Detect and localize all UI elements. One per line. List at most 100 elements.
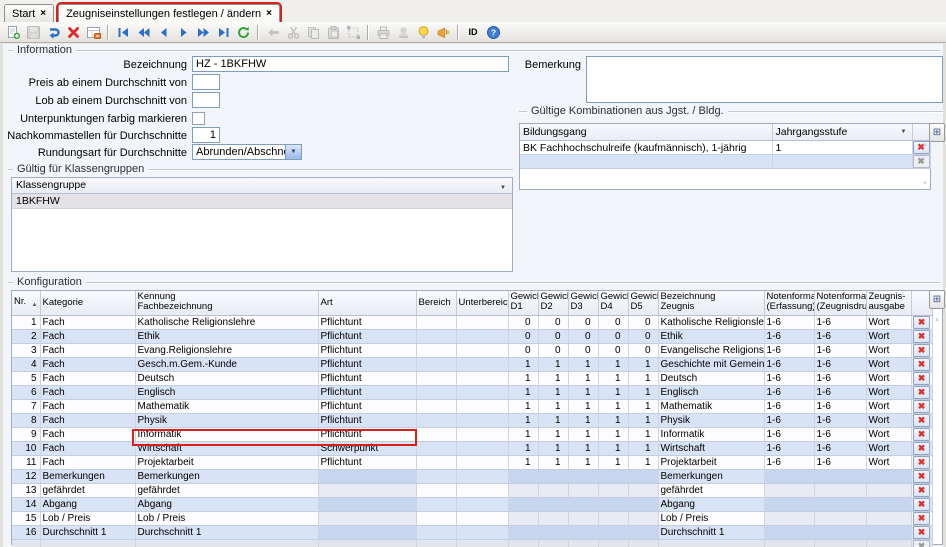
art-cell[interactable]: Pflichtunt: [318, 330, 416, 344]
kennung-cell[interactable]: Wirtschaft: [135, 442, 318, 456]
gewicht-d1-cell[interactable]: 1: [508, 386, 538, 400]
gewicht-d5-cell[interactable]: 0: [628, 330, 658, 344]
column-kennung[interactable]: KennungFachbezeichnung: [135, 291, 318, 316]
gewicht-d1-cell[interactable]: [508, 498, 538, 512]
rundungsart-select[interactable]: Abrunden/Abschneiden ▼: [192, 144, 302, 160]
kategorie-cell[interactable]: Fach: [40, 330, 135, 344]
copy-icon[interactable]: [303, 23, 323, 41]
gewicht-d5-cell[interactable]: 1: [628, 386, 658, 400]
zeugnisausgabe-cell[interactable]: [866, 526, 911, 540]
notenformat-erfassung-cell[interactable]: [764, 512, 814, 526]
gewicht-d3-cell[interactable]: 1: [568, 414, 598, 428]
bezeichnung-zeugnis-cell[interactable]: Informatik: [658, 428, 764, 442]
unterbereich-cell[interactable]: [456, 512, 508, 526]
kategorie-cell[interactable]: Fach: [40, 386, 135, 400]
kombinationen-row[interactable]: BK Fachhochschulreife (kaufmännisch), 1-…: [520, 141, 930, 155]
kennung-cell[interactable]: Physik: [135, 414, 318, 428]
kategorie-cell[interactable]: Fach: [40, 344, 135, 358]
gewicht-d3-cell[interactable]: 0: [568, 316, 598, 330]
gewicht-d4-cell[interactable]: [598, 484, 628, 498]
gewicht-d3-cell[interactable]: 1: [568, 386, 598, 400]
gewicht-d5-cell[interactable]: 1: [628, 372, 658, 386]
delete-row-button[interactable]: ✖: [913, 484, 930, 497]
gewicht-d2-cell[interactable]: 1: [538, 372, 568, 386]
edit-form-icon[interactable]: [83, 23, 103, 41]
unterbereich-cell[interactable]: [456, 316, 508, 330]
save-icon[interactable]: [23, 23, 43, 41]
bezeichnung-zeugnis-cell[interactable]: Physik: [658, 414, 764, 428]
gewicht-d3-cell[interactable]: 0: [568, 330, 598, 344]
gewicht-d3-cell[interactable]: 1: [568, 400, 598, 414]
kennung-cell[interactable]: Katholische Religionslehre: [135, 316, 318, 330]
unterbereich-cell[interactable]: [456, 400, 508, 414]
announce-icon[interactable]: [433, 23, 453, 41]
gewicht-d1-cell[interactable]: 0: [508, 316, 538, 330]
refresh-icon[interactable]: [233, 23, 253, 41]
bezeichnung-input[interactable]: [192, 56, 509, 72]
bezeichnung-zeugnis-cell[interactable]: Durchschnitt 1: [658, 526, 764, 540]
id-toggle-button[interactable]: ID: [463, 23, 483, 41]
help-icon[interactable]: ?: [483, 23, 503, 41]
zeugnisausgabe-cell[interactable]: [866, 498, 911, 512]
art-cell[interactable]: [318, 484, 416, 498]
stamp-icon[interactable]: [393, 23, 413, 41]
konfiguration-row[interactable]: 14 Abgang Abgang Abgang: [12, 498, 932, 512]
bereich-cell[interactable]: [416, 316, 456, 330]
unterbereich-cell[interactable]: [456, 498, 508, 512]
konfiguration-row[interactable]: 9 Fach Informatik Pflichtunt 1 1 1 1 1 I…: [12, 428, 932, 442]
kennung-cell[interactable]: Bemerkungen: [135, 470, 318, 484]
unterbereich-cell[interactable]: [456, 358, 508, 372]
gewicht-d4-cell[interactable]: [598, 540, 628, 547]
column-art[interactable]: Art: [318, 291, 416, 316]
bezeichnung-zeugnis-cell[interactable]: Bemerkungen: [658, 470, 764, 484]
gewicht-d4-cell[interactable]: [598, 498, 628, 512]
konfiguration-row[interactable]: 12 Bemerkungen Bemerkungen Bemerkungen: [12, 470, 932, 484]
delete-row-button[interactable]: ✖: [913, 400, 930, 413]
delete-row-button[interactable]: ✖: [913, 428, 930, 441]
zeugnisausgabe-cell[interactable]: Wort: [866, 372, 911, 386]
art-cell[interactable]: Pflichtunt: [318, 456, 416, 470]
gewicht-d4-cell[interactable]: 0: [598, 344, 628, 358]
gewicht-d2-cell[interactable]: [538, 470, 568, 484]
notenformat-zeugnisdruck-cell[interactable]: 1-6: [814, 386, 866, 400]
gewicht-d1-cell[interactable]: [508, 540, 538, 547]
delete-row-button[interactable]: ✖: [913, 372, 930, 385]
notenformat-zeugnisdruck-cell[interactable]: [814, 512, 866, 526]
konfiguration-row[interactable]: 10 Fach Wirtschaft Schwerpunkt 1 1 1 1 1…: [12, 442, 932, 456]
gewicht-d5-cell[interactable]: 1: [628, 456, 658, 470]
column-unterbereich[interactable]: Unterbereich: [456, 291, 508, 316]
unterpunktungen-checkbox[interactable]: [192, 112, 205, 125]
notenformat-zeugnisdruck-cell[interactable]: 1-6: [814, 358, 866, 372]
gewicht-d3-cell[interactable]: 1: [568, 456, 598, 470]
konfiguration-row[interactable]: 13 gefährdet gefährdet gefährdet: [12, 484, 932, 498]
art-cell[interactable]: Pflichtunt: [318, 400, 416, 414]
gewicht-d2-cell[interactable]: 1: [538, 414, 568, 428]
bildungsgang-cell[interactable]: BK Fachhochschulreife (kaufmännisch), 1-…: [520, 141, 772, 155]
gewicht-d3-cell[interactable]: 1: [568, 358, 598, 372]
lob-input[interactable]: [192, 92, 220, 108]
unterbereich-cell[interactable]: [456, 540, 508, 547]
gewicht-d5-cell[interactable]: 0: [628, 344, 658, 358]
notenformat-zeugnisdruck-cell[interactable]: [814, 526, 866, 540]
konfiguration-row[interactable]: 3 Fach Evang.Religionslehre Pflichtunt 0…: [12, 344, 932, 358]
art-cell[interactable]: Schwerpunkt: [318, 442, 416, 456]
konfiguration-row[interactable]: 5 Fach Deutsch Pflichtunt 1 1 1 1 1 Deut…: [12, 372, 932, 386]
gewicht-d4-cell[interactable]: 1: [598, 414, 628, 428]
cut-icon[interactable]: [283, 23, 303, 41]
notenformat-zeugnisdruck-cell[interactable]: 1-6: [814, 372, 866, 386]
delete-row-button[interactable]: ✖: [913, 540, 930, 547]
zeugnisausgabe-cell[interactable]: Wort: [866, 400, 911, 414]
kennung-cell[interactable]: Durchschnitt 1: [135, 526, 318, 540]
notenformat-zeugnisdruck-cell[interactable]: 1-6: [814, 330, 866, 344]
gewicht-d5-cell[interactable]: 1: [628, 442, 658, 456]
notenformat-zeugnisdruck-cell[interactable]: 1-6: [814, 400, 866, 414]
bereich-cell[interactable]: [416, 428, 456, 442]
konfiguration-row[interactable]: 1 Fach Katholische Religionslehre Pflich…: [12, 316, 932, 330]
bereich-cell[interactable]: [416, 456, 456, 470]
gewicht-d1-cell[interactable]: 1: [508, 372, 538, 386]
gewicht-d5-cell[interactable]: [628, 540, 658, 547]
unterbereich-cell[interactable]: [456, 386, 508, 400]
column-gewicht-d4[interactable]: GewichtD4: [598, 291, 628, 316]
notenformat-zeugnisdruck-cell[interactable]: 1-6: [814, 344, 866, 358]
bezeichnung-zeugnis-cell[interactable]: Geschichte mit Gemeinschaf...: [658, 358, 764, 372]
